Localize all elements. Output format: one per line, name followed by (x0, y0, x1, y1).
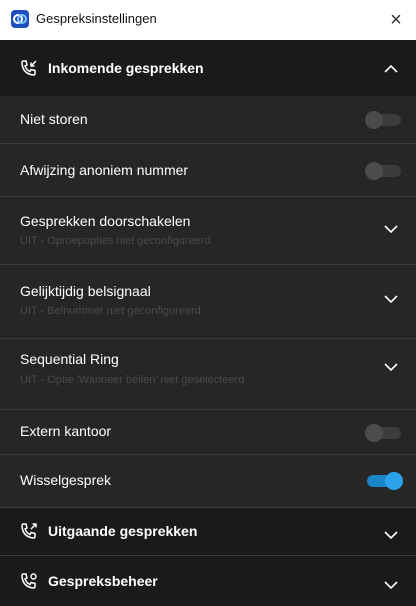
section-call-management-header[interactable]: Gespreksbeheer (0, 556, 416, 606)
row-sequential-ring[interactable]: Sequential Ring UIT - Optie 'Wanneer bel… (0, 339, 416, 410)
anonymous-rejection-toggle[interactable] (365, 162, 401, 180)
title-bar: Gespreksinstellingen × (0, 0, 416, 40)
row-do-not-disturb: Niet storen (0, 96, 416, 144)
call-waiting-toggle[interactable] (367, 472, 403, 490)
section-incoming-calls-label: Inkomende gesprekken (48, 60, 204, 76)
simultaneous-ring-status: UIT - Belnummer niet geconfigureerd (20, 305, 201, 317)
call-forwarding-label: Gesprekken doorschakelen (20, 213, 191, 229)
toggle-knob (385, 472, 403, 490)
close-button[interactable]: × (380, 4, 412, 36)
call-waiting-label: Wisselgesprek (20, 472, 112, 488)
anonymous-rejection-label: Afwijzing anoniem nummer (20, 162, 189, 178)
chevron-down-icon (384, 295, 398, 304)
toggle-knob (365, 162, 383, 180)
simultaneous-ring-label: Gelijktijdig belsignaal (20, 283, 151, 299)
chevron-down-icon (384, 581, 398, 590)
section-outgoing-calls-header[interactable]: Uitgaande gesprekken (0, 508, 416, 556)
row-anonymous-rejection: Afwijzing anoniem nummer (0, 144, 416, 197)
incoming-call-icon (21, 60, 37, 76)
chevron-up-icon (384, 64, 398, 73)
toggle-knob (365, 424, 383, 442)
section-outgoing-calls-label: Uitgaande gesprekken (48, 523, 198, 539)
remote-office-toggle[interactable] (365, 424, 401, 442)
do-not-disturb-label: Niet storen (20, 111, 88, 127)
row-call-forwarding[interactable]: Gesprekken doorschakelen UIT - Oproepopt… (0, 197, 416, 265)
do-not-disturb-toggle[interactable] (365, 111, 401, 129)
window-title: Gespreksinstellingen (36, 11, 157, 26)
sequential-ring-label: Sequential Ring (20, 351, 119, 367)
chevron-down-icon (384, 531, 398, 540)
call-settings-icon (21, 573, 37, 589)
outgoing-call-icon (21, 523, 37, 539)
row-call-waiting: Wisselgesprek (0, 455, 416, 508)
sequential-ring-status: UIT - Optie 'Wanneer bellen' niet gesele… (20, 374, 245, 386)
chevron-down-icon (384, 225, 398, 234)
call-settings-window: Gespreksinstellingen × Inkomende gesprek… (0, 0, 416, 606)
remote-office-label: Extern kantoor (20, 423, 112, 439)
row-simultaneous-ring[interactable]: Gelijktijdig belsignaal UIT - Belnummer … (0, 265, 416, 339)
chevron-down-icon (384, 363, 398, 372)
row-remote-office: Extern kantoor (0, 410, 416, 455)
app-logo-icon (11, 10, 29, 28)
toggle-knob (365, 111, 383, 129)
section-incoming-calls-header[interactable]: Inkomende gesprekken (0, 40, 416, 97)
call-forwarding-status: UIT - Oproepopties niet geconfigureerd (20, 235, 211, 247)
section-call-management-label: Gespreksbeheer (48, 573, 158, 589)
